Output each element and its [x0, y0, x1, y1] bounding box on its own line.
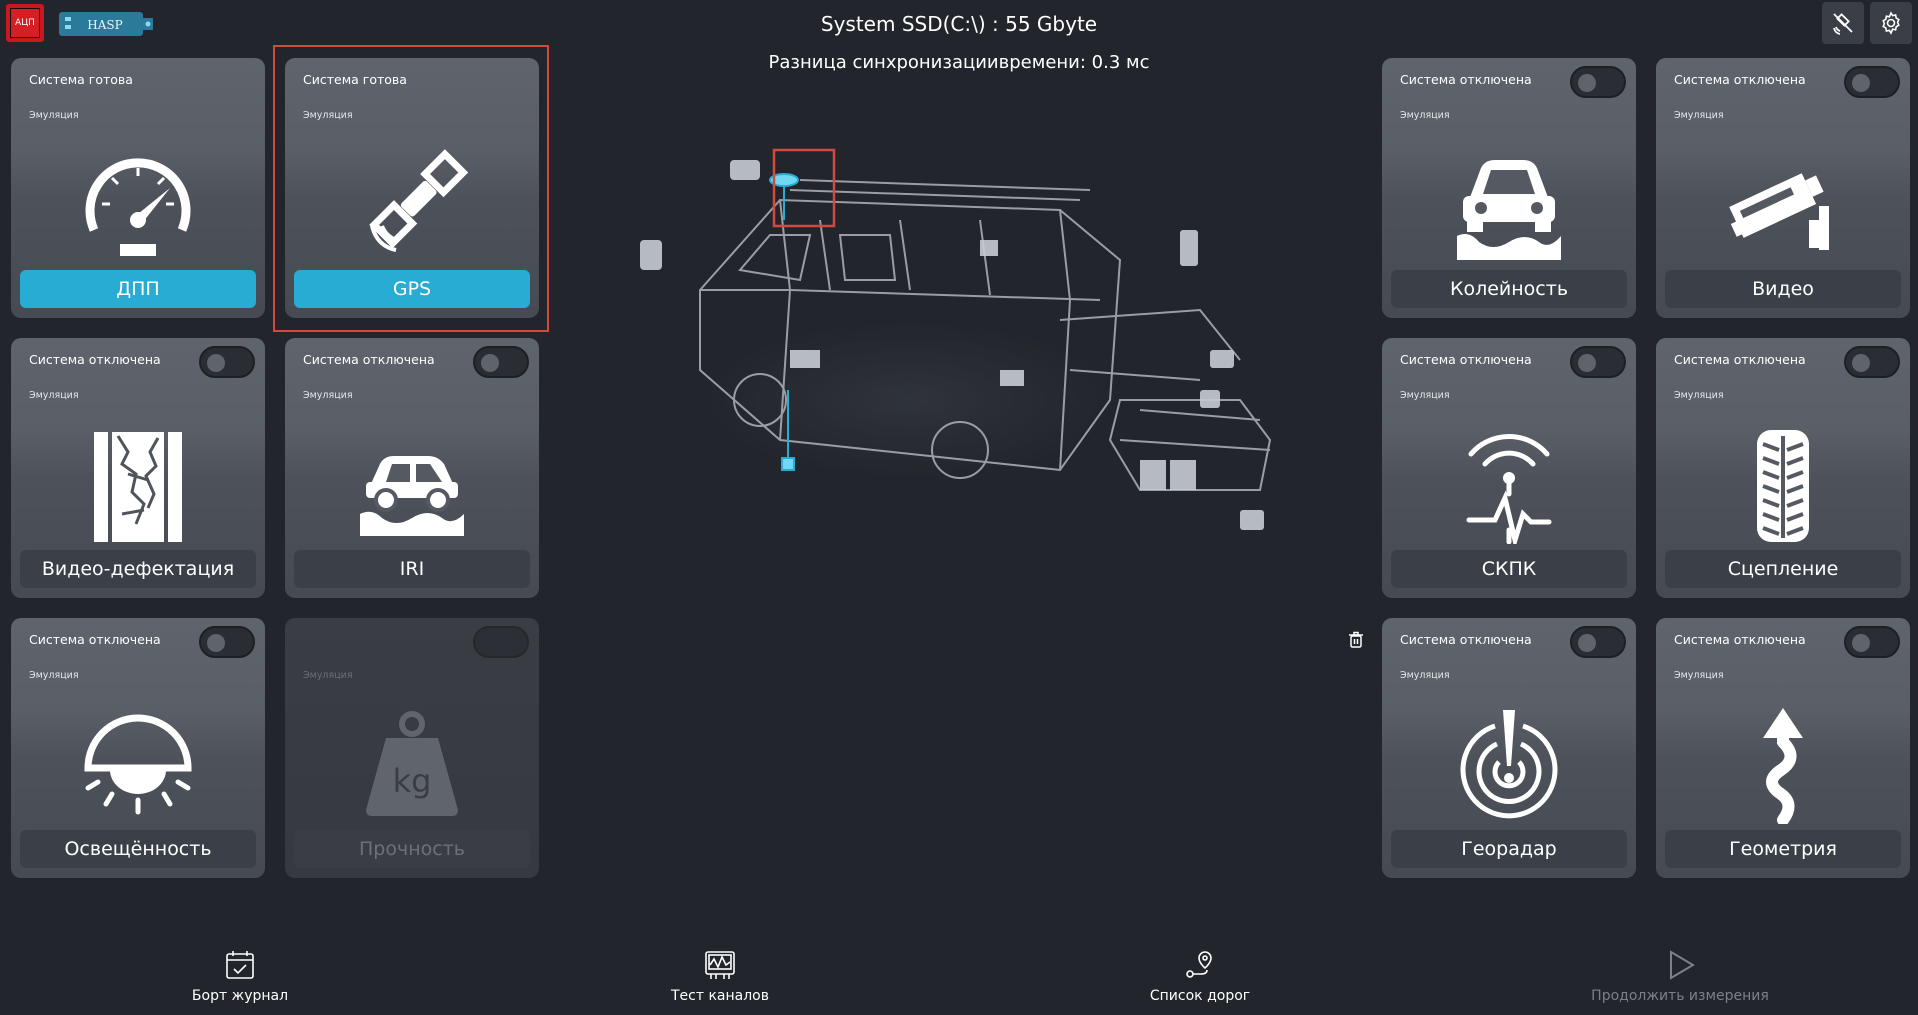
lamp-icon	[84, 714, 192, 815]
card-status: Система отключена	[1674, 632, 1806, 647]
card-dpp[interactable]: Система готова Эмуляция ДПП	[11, 58, 265, 318]
play-icon	[1670, 950, 1695, 980]
card-emulation: Эмуляция	[303, 670, 353, 681]
speedometer-icon	[85, 158, 191, 256]
toggle-switch	[473, 626, 529, 658]
toggle-switch[interactable]	[199, 626, 255, 658]
card-status: Система отключена	[29, 352, 161, 367]
footer-log-button[interactable]: Борт журнал	[140, 948, 340, 1004]
card-status: Система отключена	[29, 632, 161, 647]
card-emulation: Эмуляция	[303, 390, 353, 401]
card-label: Прочность	[294, 830, 530, 868]
satellite-off-button[interactable]	[1822, 2, 1864, 44]
toggle-switch[interactable]	[1570, 626, 1626, 658]
card-label: Освещённость	[20, 830, 256, 868]
card-illumination[interactable]: Система отключена Эмуляция Освещённость	[11, 618, 265, 878]
card-emulation: Эмуляция	[1400, 670, 1450, 681]
signal-sensor-icon	[1466, 434, 1552, 544]
toggle-switch[interactable]	[1570, 346, 1626, 378]
card-emulation: Эмуляция	[1674, 110, 1724, 121]
footer-roads-button[interactable]: Список дорог	[1100, 948, 1300, 1004]
card-rutting[interactable]: Система отключена Эмуляция Колейность	[1382, 58, 1636, 318]
card-emulation: Эмуляция	[1400, 110, 1450, 121]
card-video-defect[interactable]: Система отключена Эмуляция Видео-дефекта…	[11, 338, 265, 598]
svg-text:kg: kg	[393, 762, 432, 800]
card-status: Система отключена	[1674, 352, 1806, 367]
security-camera-icon	[1729, 173, 1829, 250]
footer-test-button[interactable]: Тест каналов	[620, 948, 820, 1004]
card-emulation: Эмуляция	[29, 390, 79, 401]
footer-test-label: Тест каналов	[671, 988, 769, 1004]
card-emulation: Эмуляция	[1400, 390, 1450, 401]
oscilloscope-icon	[705, 951, 735, 979]
car-on-road-icon	[360, 456, 464, 536]
toggle-switch[interactable]	[1844, 626, 1900, 658]
card-emulation: Эмуляция	[29, 110, 79, 121]
card-label: Сцепление	[1665, 550, 1901, 588]
toggle-switch[interactable]	[199, 346, 255, 378]
card-georadar[interactable]: Система отключена Эмуляция Георадар	[1382, 618, 1636, 878]
footer-roads-label: Список дорог	[1149, 988, 1251, 1004]
card-status: Система готова	[29, 72, 133, 87]
card-video[interactable]: Система отключена Эмуляция Видео	[1656, 58, 1910, 318]
settings-button[interactable]	[1870, 2, 1912, 44]
disk-info: System SSD(C:\) : 55 Gbyte	[820, 12, 1098, 36]
card-emulation: Эмуляция	[1674, 670, 1724, 681]
footer-log-label: Борт журнал	[191, 988, 289, 1004]
card-geometry[interactable]: Система отключена Эмуляция Геометрия	[1656, 618, 1910, 878]
gear-icon	[1882, 11, 1900, 35]
card-status: Система отключена	[1400, 632, 1532, 647]
card-status: Система отключена	[1674, 72, 1806, 87]
card-label: СКПК	[1391, 550, 1627, 588]
card-label: Георадар	[1391, 830, 1627, 868]
satellite-off-icon	[1833, 13, 1853, 35]
road-cracks-icon	[94, 432, 182, 542]
toggle-switch[interactable]	[1844, 346, 1900, 378]
footer-continue-label: Продолжить измерения	[1591, 988, 1769, 1004]
winding-road-arrow-icon	[1763, 708, 1803, 824]
card-emulation: Эмуляция	[29, 670, 79, 681]
card-emulation: Эмуляция	[1674, 390, 1724, 401]
card-grip[interactable]: Система отключена Эмуляция Сцепление	[1656, 338, 1910, 598]
toggle-switch[interactable]	[1570, 66, 1626, 98]
tire-tread-icon	[1757, 430, 1809, 542]
trash-icon[interactable]	[1347, 631, 1365, 649]
selection-highlight	[273, 45, 549, 332]
card-skpk[interactable]: Система отключена Эмуляция СКПК	[1382, 338, 1636, 598]
route-pin-icon	[1186, 951, 1212, 978]
footer-continue-button[interactable]: Продолжить измерения	[1580, 948, 1780, 1004]
toggle-switch[interactable]	[1844, 66, 1900, 98]
card-label: ДПП	[20, 270, 256, 308]
card-label: Геометрия	[1665, 830, 1901, 868]
card-label: Колейность	[1391, 270, 1627, 308]
card-status: Система отключена	[303, 352, 435, 367]
card-status: Система отключена	[1400, 352, 1532, 367]
toggle-switch[interactable]	[473, 346, 529, 378]
card-label: Видео	[1665, 270, 1901, 308]
calendar-check-icon	[226, 951, 254, 979]
card-label: Видео-дефектация	[20, 550, 256, 588]
car-front-icon	[1457, 160, 1561, 260]
card-strength: Эмуляция kg Прочность	[285, 618, 539, 878]
card-status: Система отключена	[1400, 72, 1532, 87]
card-iri[interactable]: Система отключена Эмуляция IRI	[285, 338, 539, 598]
card-label: IRI	[294, 550, 530, 588]
weight-kg-icon: kg	[366, 711, 458, 816]
radar-alert-icon	[1460, 710, 1558, 819]
survey-van-illustration	[640, 148, 1272, 530]
